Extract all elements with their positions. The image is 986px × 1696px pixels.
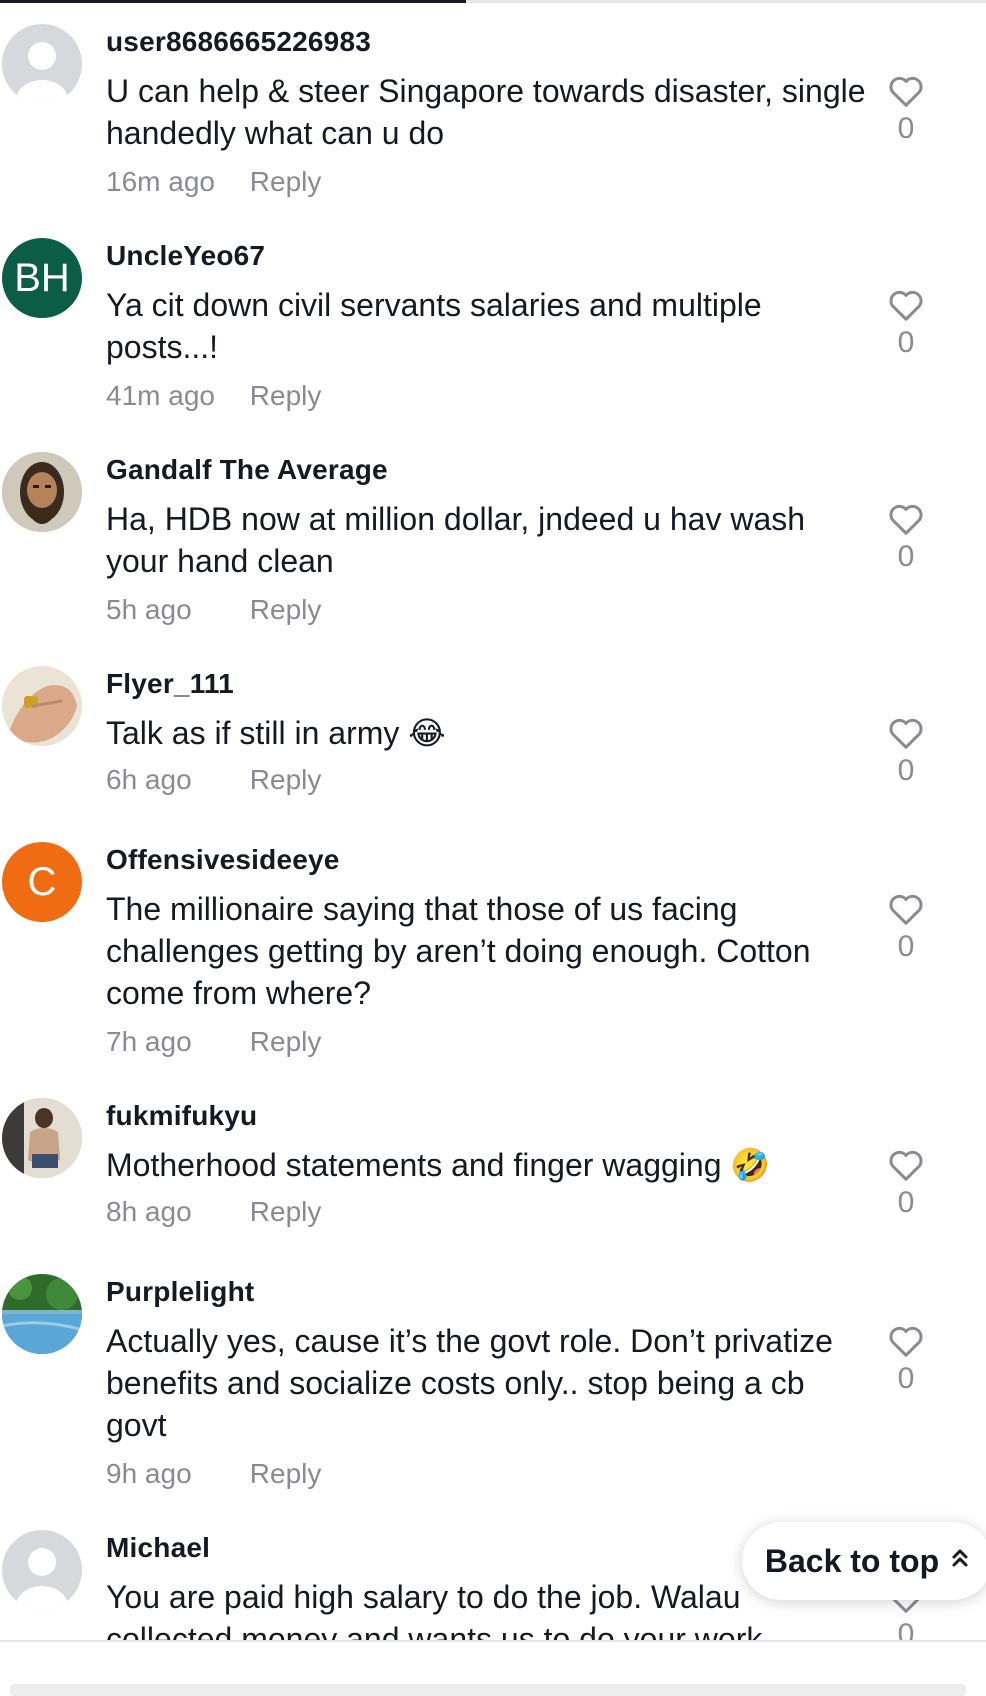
comment-username[interactable]: Purplelight [106, 1276, 254, 1308]
heart-outline-icon [889, 718, 923, 749]
back-to-top-button[interactable]: Back to top [742, 1522, 986, 1600]
avatar[interactable] [2, 1098, 82, 1178]
like-count: 0 [897, 754, 915, 787]
hand-with-ring-avatar-photo [2, 666, 82, 746]
avatar-initials: BH [14, 255, 70, 300]
reply-button[interactable]: Reply [250, 764, 322, 795]
avatar[interactable] [2, 1274, 82, 1354]
like-count: 0 [897, 1362, 915, 1395]
default-avatar-icon [16, 42, 68, 104]
avatar[interactable]: BH [2, 238, 82, 318]
comment-time: 41m ago [106, 380, 215, 411]
heart-outline-icon [889, 1326, 923, 1357]
back-to-top-label: Back to top [764, 1542, 940, 1579]
comment-meta: 8h ago Reply [106, 1196, 321, 1228]
like-button[interactable]: 0 [882, 716, 930, 788]
reply-button[interactable]: Reply [250, 1026, 322, 1057]
comment-meta: 6h ago Reply [106, 764, 321, 796]
comment-username[interactable]: fukmifukyu [106, 1100, 257, 1132]
like-count: 0 [897, 930, 915, 963]
heart-outline-icon [889, 894, 923, 925]
heart-outline-icon [889, 504, 923, 535]
like-button[interactable]: 0 [882, 1324, 930, 1396]
default-avatar-icon [16, 1548, 68, 1610]
comment-time: 8h ago [106, 1196, 192, 1227]
like-button[interactable]: 0 [882, 288, 930, 360]
avatar[interactable] [2, 24, 82, 104]
comment-input-bar[interactable] [10, 1684, 966, 1696]
like-button[interactable]: 0 [882, 74, 930, 146]
comment-text: U can help & steer Singapore towards dis… [106, 73, 866, 151]
comment-meta: 7h ago Reply [106, 1026, 321, 1058]
avatar[interactable] [2, 1530, 82, 1610]
comment-text: Actually yes, cause it’s the govt role. … [106, 1323, 833, 1443]
comment-text: Ya cit down civil servants salaries and … [106, 287, 762, 365]
comment-time: 5h ago [106, 594, 192, 625]
heart-outline-icon [889, 76, 923, 107]
avatar[interactable] [2, 452, 82, 532]
comment-username[interactable]: Michael [106, 1532, 210, 1564]
comment-meta: 5h ago Reply [106, 594, 321, 626]
avatar[interactable] [2, 666, 82, 746]
comment-username[interactable]: user8686665226983 [106, 26, 371, 58]
like-button[interactable]: 0 [882, 1148, 930, 1220]
comment-username[interactable]: UncleYeo67 [106, 240, 265, 272]
comment-time: 7h ago [106, 1026, 192, 1057]
pool-landscape-avatar-photo [2, 1274, 82, 1354]
comment-meta: 9h ago Reply [106, 1458, 321, 1490]
comment-time: 9h ago [106, 1458, 192, 1489]
selfie-avatar-photo [2, 1098, 82, 1178]
like-count: 0 [897, 540, 915, 573]
like-count: 0 [897, 112, 915, 145]
like-count: 0 [897, 1186, 915, 1219]
heart-outline-icon [889, 290, 923, 321]
reply-button[interactable]: Reply [250, 166, 322, 197]
comment-username[interactable]: Offensivesideeye [106, 844, 340, 876]
heart-outline-icon [889, 1150, 923, 1181]
comment-time: 6h ago [106, 764, 192, 795]
comment-username[interactable]: Gandalf The Average [106, 454, 388, 486]
double-chevron-up-icon [951, 1548, 969, 1574]
like-count: 0 [897, 326, 915, 359]
avatar-initials: C [27, 859, 57, 904]
comment-text: Talk as if still in army 😂 [106, 715, 446, 751]
comment-text: Ha, HDB now at million dollar, jndeed u … [106, 501, 806, 579]
avatar[interactable]: C [2, 842, 82, 922]
bearded-man-avatar-photo [2, 452, 82, 532]
comment-meta: 16m ago Reply [106, 166, 321, 198]
reply-button[interactable]: Reply [250, 1196, 322, 1227]
comment-text: Motherhood statements and finger wagging… [106, 1147, 771, 1183]
like-button[interactable]: 0 [882, 892, 930, 964]
like-button[interactable]: 0 [882, 502, 930, 574]
comment-text: The millionaire saying that those of us … [106, 891, 811, 1011]
like-count: 0 [897, 1618, 915, 1640]
comment-meta: 41m ago Reply [106, 380, 321, 412]
comment-username[interactable]: Flyer_111 [106, 668, 234, 700]
reply-button[interactable]: Reply [250, 1458, 322, 1489]
tab-underline-active [0, 0, 466, 3]
reply-button[interactable]: Reply [250, 594, 322, 625]
reply-button[interactable]: Reply [250, 380, 322, 411]
comment-time: 16m ago [106, 166, 215, 197]
